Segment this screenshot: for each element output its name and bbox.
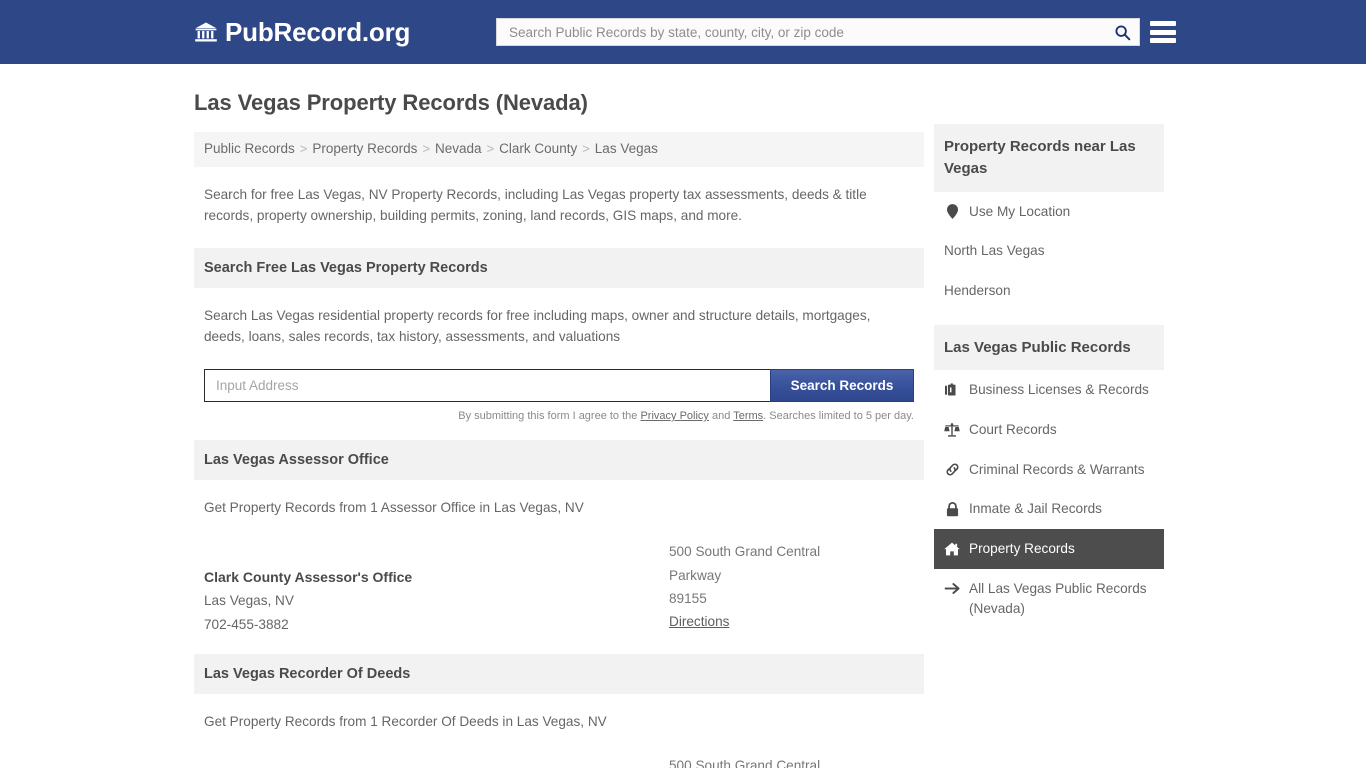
list-item: Henderson (934, 271, 1164, 311)
disclaimer-mid: and (708, 410, 734, 423)
search-section-description: Search Las Vegas residential property re… (204, 307, 871, 345)
office-listing: Clark County Assessor's Office Las Vegas… (204, 540, 914, 636)
office-street-2: Parkway (669, 567, 722, 583)
list-item: Property Records (934, 529, 1164, 569)
sidebar-item-label: Criminal Records & Warrants (969, 461, 1145, 477)
briefcase-icon (944, 382, 960, 398)
office-street: 500 South Grand Central (669, 544, 821, 560)
sidebar-item-north-las-vegas[interactable]: North Las Vegas (934, 231, 1164, 271)
list-item: North Las Vegas (934, 231, 1164, 271)
sidebar-item-label: Henderson (944, 282, 1011, 298)
directions-link[interactable]: Directions (669, 614, 729, 629)
terms-link[interactable]: Terms (733, 410, 763, 422)
sidebar-item-label: Inmate & Jail Records (969, 501, 1102, 517)
sidebar-item-business-licenses[interactable]: Business Licenses & Records (934, 370, 1164, 410)
breadcrumb-item-property-records[interactable]: Property Records (312, 141, 417, 156)
recorder-section-subtitle: Get Property Records from 1 Recorder Of … (204, 713, 607, 729)
page-intro-text: Search for free Las Vegas, NV Property R… (204, 186, 867, 223)
sidebar-item-label: Court Records (969, 422, 1057, 438)
address-search-input[interactable] (204, 369, 770, 403)
list-item: Court Records (934, 410, 1164, 450)
recorder-section-heading: Las Vegas Recorder Of Deeds (194, 653, 924, 694)
office-address-details: 500 South Grand Central Parkway 89155 (669, 754, 914, 768)
office-phone: 702-455-3882 (204, 616, 289, 632)
hamburger-bar (1150, 38, 1176, 43)
home-icon (944, 541, 960, 557)
page-title: Las Vegas Property Records (Nevada) (194, 90, 588, 115)
site-logo-text: PubRecord.org (225, 16, 411, 47)
sidebar-near-heading: Property Records near Las Vegas (934, 124, 1164, 192)
search-section-heading: Search Free Las Vegas Property Records (194, 247, 924, 288)
site-header: PubRecord.org (0, 0, 1366, 64)
breadcrumb-separator: > (582, 141, 590, 156)
sidebar-item-label: All Las Vegas Public Records (Nevada) (969, 580, 1147, 616)
sidebar-item-label: North Las Vegas (944, 243, 1045, 259)
bank-institution-icon (194, 20, 218, 44)
office-city-state: Las Vegas, NV (204, 593, 294, 609)
chain-link-icon (944, 462, 960, 478)
sidebar: Property Records near Las Vegas Use My L… (934, 64, 1164, 768)
main-content: Las Vegas Property Records (Nevada) Publ… (194, 64, 924, 768)
arrow-right-icon (944, 581, 960, 597)
assessor-section-subtitle: Get Property Records from 1 Assessor Off… (204, 500, 584, 516)
list-item: Business Licenses & Records (934, 370, 1164, 410)
sidebar-item-court-records[interactable]: Court Records (934, 410, 1164, 450)
office-street: 500 South Grand Central (669, 758, 821, 768)
list-item: Use My Location (934, 192, 1164, 232)
breadcrumb-separator: > (486, 141, 495, 156)
sidebar-public-records-list: Business Licenses & Records Court Record… (934, 370, 1164, 628)
office-zip: 89155 (669, 590, 707, 606)
hamburger-bar (1150, 21, 1176, 26)
form-disclaimer: By submitting this form I agree to the P… (204, 410, 914, 422)
sidebar-public-records-heading: Las Vegas Public Records (934, 324, 1164, 371)
breadcrumb-separator: > (299, 141, 308, 156)
disclaimer-prefix: By submitting this form I agree to the (458, 410, 641, 423)
disclaimer-suffix: . Searches limited to 5 per day. (763, 410, 914, 423)
sidebar-near-list: Use My Location North Las Vegas Henderso… (934, 192, 1164, 311)
office-name: Clark County Assessor's Office (204, 569, 413, 586)
balance-scale-icon (944, 422, 960, 438)
search-icon[interactable] (1109, 20, 1135, 44)
lock-icon (944, 501, 960, 517)
office-primary-details: Clark County Assessor's Office Las Vegas… (204, 540, 669, 636)
breadcrumb-item-clark-county[interactable]: Clark County (499, 141, 577, 156)
breadcrumb-item-public-records[interactable]: Public Records (204, 141, 295, 156)
sidebar-item-all-public-records[interactable]: All Las Vegas Public Records (Nevada) (934, 569, 1164, 628)
list-item: Inmate & Jail Records (934, 489, 1164, 529)
sidebar-item-label: Use My Location (969, 203, 1071, 219)
site-logo-link[interactable]: PubRecord.org (194, 17, 410, 48)
sidebar-item-henderson[interactable]: Henderson (934, 271, 1164, 311)
hamburger-bar (1150, 29, 1176, 35)
sidebar-item-property-records[interactable]: Property Records (934, 529, 1164, 569)
breadcrumb-item-las-vegas[interactable]: Las Vegas (595, 141, 658, 156)
header-search-bar[interactable] (496, 18, 1140, 46)
privacy-policy-link[interactable]: Privacy Policy (640, 410, 708, 422)
office-primary-details: Clark County Recorder's Office Las Vegas… (204, 754, 669, 768)
office-listing: Clark County Recorder's Office Las Vegas… (204, 754, 914, 768)
breadcrumb-separator: > (422, 141, 431, 156)
sidebar-item-criminal-records[interactable]: Criminal Records & Warrants (934, 450, 1164, 490)
search-records-button[interactable]: Search Records (770, 369, 914, 403)
sidebar-item-inmate-jail-records[interactable]: Inmate & Jail Records (934, 489, 1164, 529)
sidebar-item-label: Property Records (969, 541, 1075, 557)
sidebar-item-use-my-location[interactable]: Use My Location (934, 192, 1164, 232)
list-item: Criminal Records & Warrants (934, 450, 1164, 490)
office-address-details: 500 South Grand Central Parkway 89155 Di… (669, 540, 914, 636)
property-search-form: Search Records (204, 369, 914, 403)
list-item: All Las Vegas Public Records (Nevada) (934, 569, 1164, 628)
breadcrumb-item-nevada[interactable]: Nevada (435, 141, 482, 156)
sidebar-item-label: Business Licenses & Records (969, 382, 1149, 398)
map-pin-icon (944, 204, 960, 220)
assessor-section-heading: Las Vegas Assessor Office (194, 440, 924, 481)
header-search-input[interactable] (507, 19, 1109, 45)
breadcrumb: Public Records > Property Records > Nevada > C… (194, 132, 924, 167)
hamburger-menu-icon[interactable] (1150, 21, 1176, 43)
